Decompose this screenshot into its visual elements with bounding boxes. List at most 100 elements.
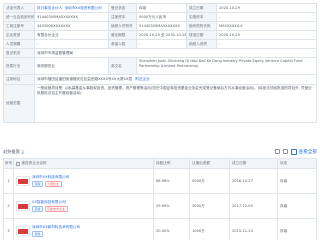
company-name-link[interactable]: 深圳市XX新材料技术有限公司: [32, 225, 80, 230]
value-status: 存续: [137, 4, 187, 12]
section-tools: 查看全部: [275, 148, 317, 155]
info-row: 注册地址 深圳市福田区福田街道福安社区益田路XXXX号XX大厦XX层 附近企业: [4, 75, 317, 85]
header-no: 序号: [4, 159, 14, 168]
company-tags: 存续 高新技术企业: [32, 206, 68, 213]
row-ratio: 20.00%: [154, 219, 190, 240]
nearby-companies-link[interactable]: 附近企业: [135, 77, 149, 82]
value-paid-capital: -: [217, 13, 317, 21]
label-term: 营业期限: [109, 31, 137, 39]
filter-icon[interactable]: [283, 149, 289, 154]
status-tag: 存续: [32, 181, 44, 188]
company-name-link[interactable]: XX智能科技有限公司: [32, 200, 68, 205]
label-business-scope: 经营范围: [4, 85, 35, 122]
status-tag: 存续: [32, 206, 44, 213]
label-status: 登记状态: [109, 4, 137, 12]
business-info-table: 法定代表人 执行事务合伙人: 深圳市XX投资有限公司 登记状态 存续 成立日期 …: [3, 3, 317, 123]
row-date: 2017-12-05: [230, 194, 278, 218]
info-row: 登记机关 深圳市市场监督管理局: [4, 49, 317, 58]
row-name-cell: XX智能科技有限公司 存续 高新技术企业: [14, 194, 154, 218]
header-name: 被投资企业名称: [14, 159, 154, 168]
header-status: 状态: [278, 159, 317, 168]
value-term: 2020-10-29 至 2030-10-28: [137, 31, 187, 39]
value-org-code: MA5XXXXX-X: [217, 22, 317, 30]
row-status: 存续: [278, 169, 317, 193]
row-name-cell: 深圳市XX科技有限公司 存续 小微企业: [14, 169, 154, 193]
value-business-scope: 一般经营项目是: 以私募基金从事股权投资、投资管理、资产管理等活动(须在中国证券…: [35, 85, 317, 122]
info-row: 工商注册号 440300XXXXXXXX 纳税人识别号 91440300MA5X…: [4, 22, 317, 31]
value-credit-code: 91440300MA5XXXXXX: [35, 13, 109, 21]
row-amount: 1000万: [190, 219, 230, 240]
row-ratio: 29.99%: [154, 194, 190, 218]
table-row[interactable]: 1 深圳市XX科技有限公司 存续 小微企业 66.98% 5000万 2016-…: [4, 169, 317, 194]
value-founded: 2020-10-29: [217, 4, 317, 12]
value-insured: -: [137, 40, 187, 48]
row-amount: 3000万: [190, 194, 230, 218]
row-no: 1: [4, 169, 14, 193]
label-insured: 参保人数: [109, 40, 137, 48]
company-name-link[interactable]: 深圳市XX科技有限公司: [32, 175, 69, 180]
info-row: 所属行业 商务服务业 英文名 Shenzhen Jushi Zhicheng Q…: [4, 58, 317, 75]
investments-table: 序号 被投资企业名称 持股比例 认缴出资额 成立日期 状态 1 深圳市XX科技有…: [3, 158, 317, 240]
name-box: 深圳市XX科技有限公司 存续 小微企业: [32, 175, 69, 188]
export-icon[interactable]: [275, 149, 281, 154]
label-approval-date: 核准日期: [187, 31, 217, 39]
row-amount: 5000万: [190, 169, 230, 193]
label-paid-capital: 实缴资本: [187, 13, 217, 21]
table-header-row: 序号 被投资企业名称 持股比例 认缴出资额 成立日期 状态: [4, 159, 317, 169]
view-all-label: 查看全部: [298, 149, 317, 155]
company-logo: [16, 176, 30, 186]
value-industry: 商务服务业: [35, 58, 109, 74]
row-no: 3: [4, 219, 14, 240]
row-name-cell: 深圳市XX新材料技术有限公司 存续: [14, 219, 154, 240]
info-row: 法定代表人 执行事务合伙人: 深圳市XX投资有限公司 登记状态 存续 成立日期 …: [4, 4, 317, 13]
label-org-code: 组织机构代码: [187, 22, 217, 30]
value-address: 深圳市福田区福田街道福安社区益田路XXXX号XX大厦XX层: [37, 77, 133, 81]
label-company-type: 企业类型: [4, 31, 35, 39]
type-tag: 高新技术企业: [44, 206, 68, 213]
label-legal-rep: 法定代表人: [4, 4, 35, 12]
name-box: 深圳市XX新材料技术有限公司 存续: [32, 225, 80, 238]
row-date: 2016-10-27: [230, 169, 278, 193]
view-all-button[interactable]: 查看全部: [291, 148, 317, 155]
company-logo: [16, 226, 30, 236]
value-registry: 深圳市市场监督管理局: [35, 49, 317, 57]
label-registry: 登记机关: [4, 49, 35, 57]
value-tax-id: 91440300MA5XXXXXX: [137, 22, 187, 30]
company-tags: 存续 小微企业: [32, 181, 69, 188]
select-all-checkbox[interactable]: [16, 161, 20, 166]
row-status: 存续: [278, 194, 317, 218]
value-staff-size: -: [35, 40, 109, 48]
label-reg-capital: 注册资本: [109, 13, 137, 21]
label-staff-size: 人员规模: [4, 40, 35, 48]
row-date: 2015-11-20: [230, 219, 278, 240]
label-credit-code: 统一社会信用代码: [4, 13, 35, 21]
label-reg-no: 工商注册号: [4, 22, 35, 30]
label-english-name: 英文名: [109, 58, 137, 74]
header-amount[interactable]: 认缴出资额: [190, 159, 230, 168]
value-legal-rep[interactable]: 执行事务合伙人: 深圳市XX投资有限公司: [35, 4, 109, 12]
row-no: 2: [4, 194, 14, 218]
header-ratio[interactable]: 持股比例: [154, 159, 190, 168]
label-founded: 成立日期: [187, 4, 217, 12]
value-english-name: Shenzhen Jushi Zhicheng Qi Hao Dali Ke D…: [137, 58, 317, 74]
info-row: 统一社会信用代码 91440300MA5XXXXXX 注册资本 5000万元人民…: [4, 13, 317, 22]
row-status: 存续: [278, 219, 317, 240]
label-address: 注册地址: [4, 75, 35, 84]
value-tax-quality: -: [217, 40, 317, 48]
value-company-type: 有限合伙企业: [35, 31, 109, 39]
table-row[interactable]: 3 深圳市XX新材料技术有限公司 存续 20.00% 1000万 2015-11…: [4, 219, 317, 240]
row-ratio: 66.98%: [154, 169, 190, 193]
list-icon: [291, 148, 298, 155]
section-title: 对外投资: [3, 149, 20, 154]
section-count: 3: [21, 149, 24, 155]
table-row[interactable]: 2 XX智能科技有限公司 存续 高新技术企业 29.99% 3000万 2017…: [4, 194, 317, 219]
info-row: 企业类型 有限合伙企业 营业期限 2020-10-29 至 2030-10-28…: [4, 31, 317, 40]
label-industry: 所属行业: [4, 58, 35, 74]
header-date[interactable]: 成立日期: [230, 159, 278, 168]
info-row: 人员规模 - 参保人数 - 纳税人资质 -: [4, 40, 317, 49]
investments-header: 对外投资 3 查看全部: [3, 147, 317, 157]
value-reg-no: 440300XXXXXXXX: [35, 22, 109, 30]
company-logo: [16, 201, 30, 211]
header-name-label: 被投资企业名称: [21, 161, 47, 165]
info-row: 经营范围 一般经营项目是: 以私募基金从事股权投资、投资管理、资产管理等活动(须…: [4, 85, 317, 123]
